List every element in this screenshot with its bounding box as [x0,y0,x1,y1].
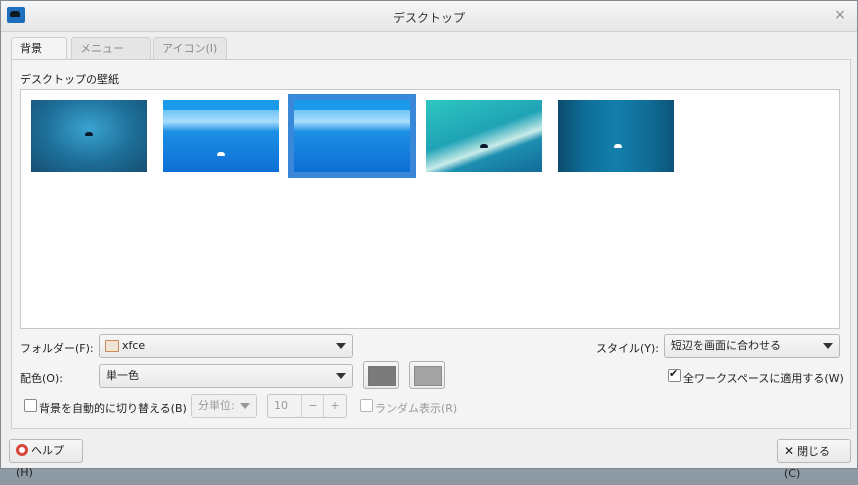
decrement-button[interactable]: − [301,395,324,417]
mouse-logo-icon [480,144,488,148]
auto-change-checkbox[interactable] [24,399,37,412]
folder-value: xfce [122,339,146,352]
random-checkbox[interactable] [360,399,373,412]
primary-color-button[interactable] [363,361,399,389]
window-title: デスクトップ [392,11,465,25]
interval-unit-select[interactable]: 分単位: [191,394,257,418]
style-label: スタイル(Y): [596,342,660,355]
title-bar: デスクトップ × [1,1,857,32]
chevron-down-icon [336,343,346,349]
wallpaper-thumb[interactable] [163,100,279,172]
wallpaper-thumb[interactable] [558,100,674,172]
help-button[interactable]: ヘルプ(H) [9,439,83,479]
color-style-value: 単一色 [106,369,139,382]
apply-all-checkbox[interactable] [668,367,681,382]
mouse-logo-icon [217,152,225,156]
color-style-select[interactable]: 単一色 [99,364,353,388]
close-icon: ✕ [784,444,795,458]
mouse-logo-icon [85,132,93,136]
interval-spinbox[interactable]: 10 − + [267,394,347,418]
wallpaper-thumb-selected[interactable] [294,100,410,172]
close-button[interactable]: ✕ 閉じる(C) [777,439,851,480]
primary-color-swatch [368,366,396,386]
wallpaper-list[interactable] [20,89,840,329]
chevron-down-icon [336,373,346,379]
auto-change-label: 背景を自動的に切り替える(B) [39,402,187,415]
tab-icons[interactable]: アイコン(I) [153,37,227,60]
wallpaper-thumb[interactable] [426,100,542,172]
style-select[interactable]: 短辺を画面に合わせる [664,334,840,358]
mouse-logo-icon [614,144,622,148]
secondary-color-button[interactable] [409,361,445,389]
tab-background[interactable]: 背景(B) [11,37,67,77]
chevron-down-icon [823,343,833,349]
tab-menu[interactable]: メニュー(M) [71,37,151,77]
chevron-down-icon [240,403,250,409]
interval-unit-value: 分単位: [198,399,235,412]
wallpaper-thumb[interactable] [31,100,147,172]
folder-label: フォルダー(F): [20,342,94,355]
folder-icon [105,340,119,352]
lifebuoy-icon [16,444,28,456]
secondary-color-swatch [414,366,442,386]
apply-all-label: 全ワークスペースに適用する(W) [683,372,844,385]
style-value: 短辺を画面に合わせる [671,339,781,352]
interval-value: 10 [274,399,288,412]
settings-window: デスクトップ × 背景(B) メニュー(M) アイコン(I) デスクトップの壁紙… [0,0,858,480]
wallpaper-section-label: デスクトップの壁紙 [20,73,119,86]
increment-button[interactable]: + [323,395,346,417]
close-window-icon[interactable]: × [833,8,847,22]
random-label: ランダム表示(R) [375,402,458,415]
folder-select[interactable]: xfce [99,334,353,358]
color-label: 配色(O): [20,372,63,385]
